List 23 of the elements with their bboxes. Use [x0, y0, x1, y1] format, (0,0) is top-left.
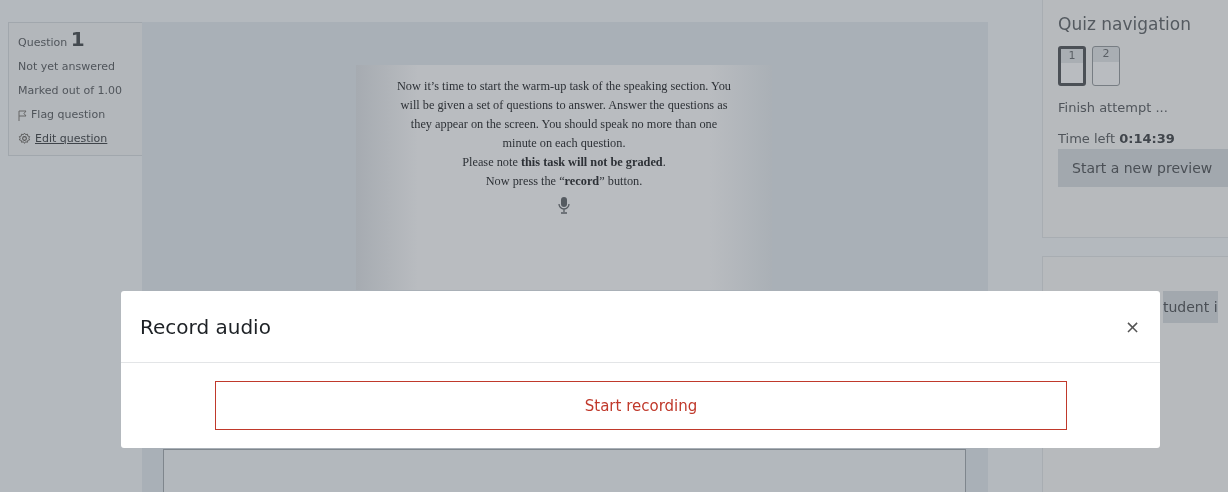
- finish-attempt-link[interactable]: Finish attempt ...: [1058, 100, 1228, 115]
- start-new-preview-button[interactable]: Start a new preview: [1058, 149, 1228, 187]
- question-number: 1: [70, 27, 85, 51]
- close-button[interactable]: ×: [1122, 316, 1142, 337]
- start-recording-button[interactable]: Start recording: [215, 381, 1067, 430]
- question-label: Question: [18, 36, 68, 49]
- time-left: Time left 0:14:39: [1058, 131, 1176, 146]
- question-marks: Marked out of 1.00: [18, 83, 124, 99]
- edit-question-link[interactable]: Edit question: [35, 131, 108, 147]
- question-text: Now it’s time to start the warm-up task of the speaking section. You will be given a set of questions to answer. Answer the questions as they appear on the screen. You should speak no more than one minute on each question.: [396, 78, 732, 152]
- question-status: Not yet answered: [18, 59, 117, 75]
- flag-icon: [18, 110, 27, 121]
- question-nav-button[interactable]: 2: [1092, 46, 1120, 86]
- question-text: Please note this task will not be graded.: [461, 154, 667, 171]
- dialog-title: Record audio: [140, 314, 271, 339]
- question-nav-button[interactable]: 1: [1058, 46, 1086, 86]
- side-button[interactable]: tudent i: [1163, 291, 1218, 323]
- flag-question-link[interactable]: Flag question: [31, 107, 106, 123]
- settings-icon: [18, 132, 31, 145]
- quiz-navigation-title: Quiz navigation: [1058, 14, 1192, 34]
- answer-field[interactable]: [163, 449, 966, 492]
- microphone-icon: [558, 197, 570, 214]
- question-text: Now press the “record” button.: [484, 173, 644, 190]
